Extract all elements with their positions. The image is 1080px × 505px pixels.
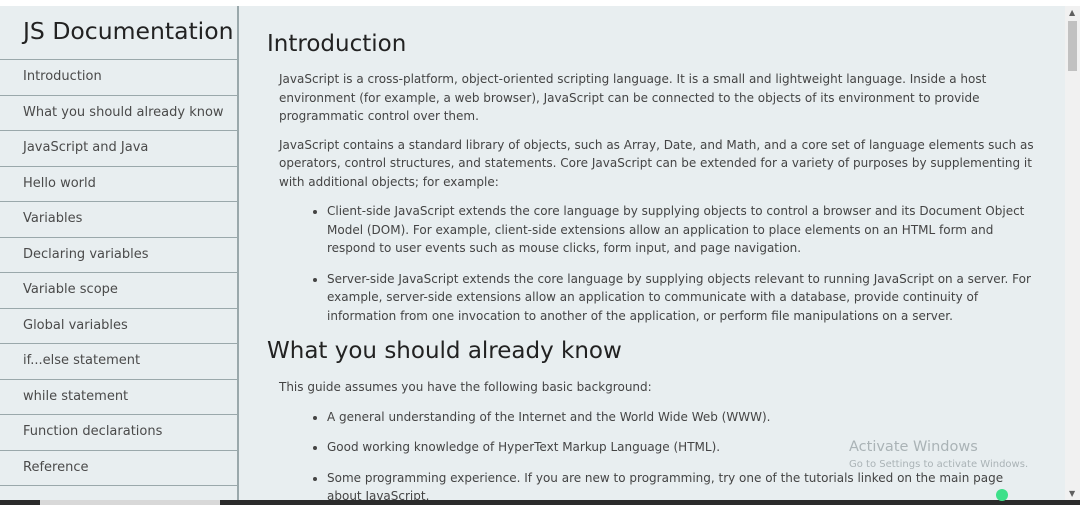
- scroll-up-arrow-icon[interactable]: ▲: [1069, 9, 1075, 17]
- nav-link-variables[interactable]: Variables: [0, 202, 237, 238]
- nav-link-hello-world[interactable]: Hello world: [0, 167, 237, 202]
- intro-bullet-list: Client-side JavaScript extends the core …: [239, 202, 1065, 325]
- nav-link-reference[interactable]: Reference: [0, 451, 237, 486]
- nav-link-while-statement[interactable]: while statement: [0, 380, 237, 415]
- section-title-what-you-should-already-know: What you should already know: [267, 338, 622, 364]
- main-doc: Introduction JavaScript is a cross-platf…: [239, 6, 1065, 500]
- nav-link-javascript-and-java[interactable]: JavaScript and Java: [0, 131, 237, 167]
- section-what-you-should-already-know: What you should already know This guide …: [239, 338, 1065, 500]
- nav-link-function-declarations[interactable]: Function declarations: [0, 415, 237, 451]
- nav-link-if-else-statement[interactable]: if...else statement: [0, 344, 237, 380]
- know-paragraph-1: This guide assumes you have the followin…: [279, 380, 652, 394]
- section-title-introduction: Introduction: [267, 31, 407, 57]
- nav-link-variable-scope[interactable]: Variable scope: [0, 273, 237, 309]
- nav-link-global-variables[interactable]: Global variables: [0, 309, 237, 344]
- intro-paragraph-1: JavaScript is a cross-platform, object-o…: [279, 72, 987, 123]
- navbar: JS Documentation Introduction What you s…: [0, 6, 239, 500]
- page-scrollbar[interactable]: ▲ ▼: [1065, 6, 1080, 500]
- nav-link-introduction[interactable]: Introduction: [0, 60, 237, 96]
- list-item: A general understanding of the Internet …: [327, 408, 1039, 427]
- section-introduction: Introduction JavaScript is a cross-platf…: [239, 6, 1065, 325]
- scroll-thumb[interactable]: [1068, 21, 1077, 71]
- nav-link-declaring-variables[interactable]: Declaring variables: [0, 238, 237, 273]
- navbar-title: JS Documentation: [0, 6, 237, 60]
- activate-windows-title: Activate Windows: [849, 439, 978, 455]
- nav-link-what-you-should-already-know[interactable]: What you should already know: [0, 96, 237, 131]
- activate-windows-subtitle: Go to Settings to activate Windows.: [849, 459, 1029, 470]
- page: JS Documentation Introduction What you s…: [0, 6, 1080, 500]
- scroll-down-arrow-icon[interactable]: ▼: [1069, 490, 1075, 498]
- list-item: Server-side JavaScript extends the core …: [327, 270, 1039, 326]
- status-dot-icon: [996, 489, 1008, 501]
- list-item: Some programming experience. If you are …: [327, 469, 1039, 501]
- intro-paragraph-2: JavaScript contains a standard library o…: [279, 137, 1034, 189]
- nav-list: Introduction What you should already kno…: [0, 60, 237, 486]
- taskbar-item: [40, 500, 220, 505]
- list-item: Client-side JavaScript extends the core …: [327, 202, 1039, 258]
